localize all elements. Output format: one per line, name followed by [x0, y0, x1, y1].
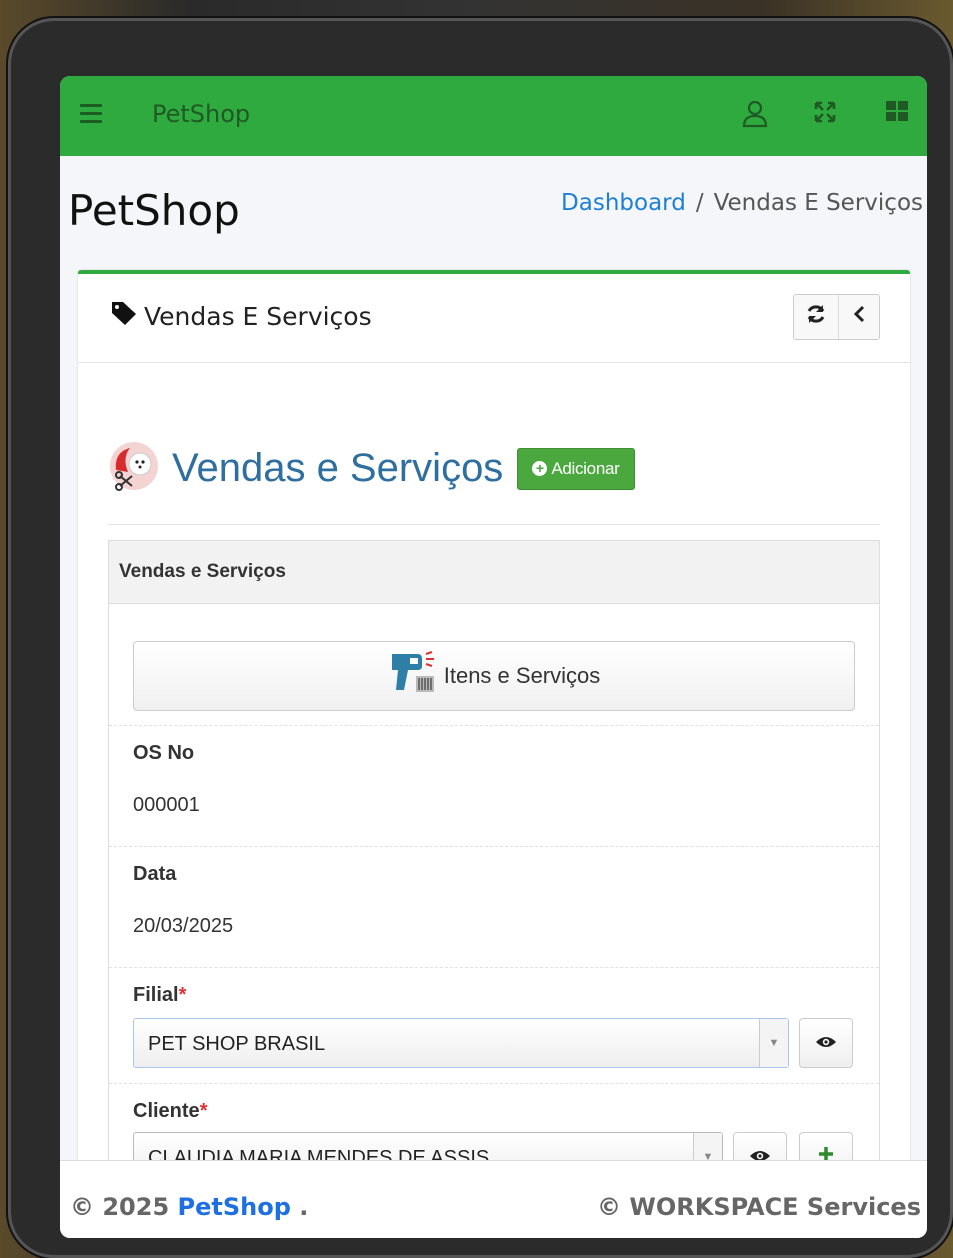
date-field: Data 20/03/2025 [109, 846, 879, 967]
fullscreen-icon[interactable] [810, 100, 840, 130]
card-tools [793, 294, 880, 340]
section-header: Vendas e Serviços + Adicionar [108, 440, 635, 497]
items-services-label: Itens e Serviços [443, 663, 601, 688]
navbar-brand[interactable]: PetShop [152, 100, 250, 128]
view-filial-button[interactable] [799, 1018, 853, 1068]
card-title-text: Vendas E Serviços [144, 301, 372, 331]
os-number-field: OS No 000001 [109, 725, 879, 846]
eye-icon [815, 1032, 837, 1055]
chevron-down-icon[interactable]: ▼ [759, 1019, 788, 1067]
items-services-button[interactable]: Itens e Serviços [133, 641, 855, 711]
breadcrumb-separator: / [695, 190, 704, 216]
card-title: Vendas E Serviços [110, 300, 372, 332]
filial-select-value: PET SHOP BRASIL [148, 1033, 326, 1055]
date-value: 20/03/2025 [133, 915, 234, 937]
chevron-left-icon [852, 303, 866, 331]
required-mark: * [199, 1100, 208, 1122]
page-title: PetShop [68, 186, 240, 235]
plus-circle-icon: + [532, 461, 548, 476]
refresh-icon [805, 303, 827, 332]
filial-label: Filial* [133, 984, 187, 1006]
breadcrumb-dashboard-link[interactable]: Dashboard [561, 190, 686, 216]
os-number-label: OS No [133, 742, 195, 764]
footer-copyright: © 2025 PetShop . [70, 1193, 309, 1221]
required-mark: * [178, 984, 187, 1006]
card-header: Vendas E Serviços [78, 274, 910, 363]
apps-grid-icon[interactable] [882, 100, 912, 130]
content-card: Vendas E Serviços Vendas e Serviços + Ad… [78, 270, 910, 1238]
date-label: Data [133, 863, 177, 885]
barcode-scanner-icon [388, 650, 436, 702]
tag-icon [110, 300, 138, 332]
back-button[interactable] [839, 295, 879, 339]
screen: PetShop PetShop Dashboard / Vendas E Servi… [60, 76, 927, 1238]
menu-icon[interactable] [80, 104, 102, 124]
filial-field: Filial* PET SHOP BRASIL ▼ [109, 967, 879, 1084]
add-button-label: Adicionar [551, 458, 620, 478]
refresh-button[interactable] [794, 295, 839, 339]
cliente-label: Cliente* [133, 1100, 208, 1122]
section-title: Vendas e Serviços [172, 446, 504, 490]
filial-select[interactable]: PET SHOP BRASIL ▼ [133, 1018, 789, 1068]
footer-credits: © WORKSPACE Services [597, 1193, 921, 1221]
user-icon[interactable] [740, 100, 770, 130]
breadcrumb-current: Vendas E Serviços [713, 190, 923, 216]
footer-brand-link[interactable]: PetShop [178, 1193, 291, 1221]
divider [108, 524, 880, 525]
pet-grooming-icon [108, 440, 160, 497]
top-navbar: PetShop [60, 76, 927, 156]
add-button[interactable]: + Adicionar [517, 447, 635, 490]
form-panel: Vendas e Serviços Itens e Serviços OS No… [108, 540, 880, 1238]
os-number-value: 000001 [133, 794, 200, 816]
breadcrumb: Dashboard / Vendas E Serviços [561, 190, 923, 216]
device-bezel: PetShop PetShop Dashboard / Vendas E Servi… [8, 18, 953, 1258]
footer: © 2025 PetShop . © WORKSPACE Services [60, 1160, 927, 1238]
panel-heading: Vendas e Serviços [109, 541, 879, 604]
